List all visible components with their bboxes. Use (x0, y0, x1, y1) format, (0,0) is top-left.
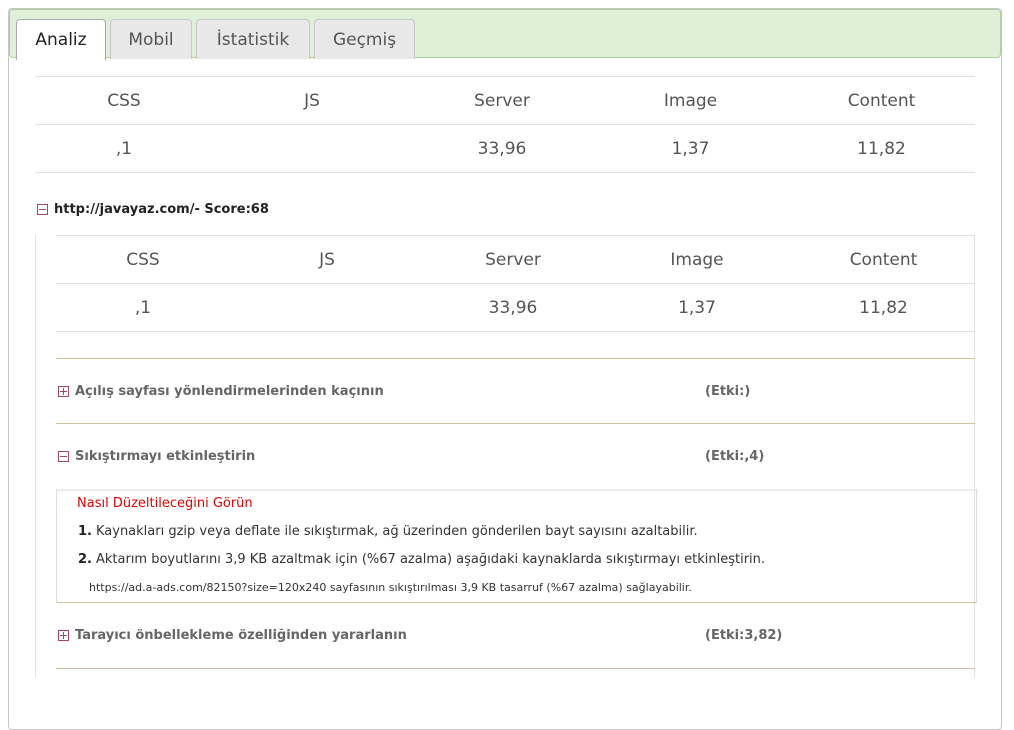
tab-mobil[interactable]: Mobil (110, 19, 192, 59)
rule-divider (56, 668, 975, 669)
rule-divider (56, 423, 975, 424)
summary-header-image: Image (663, 91, 718, 111)
tab-istatistik[interactable]: İstatistik (196, 19, 310, 59)
rule-browser-caching-impact: (Etki:3,82) (705, 628, 783, 643)
rule-browser-caching[interactable]: Tarayıcı önbellekleme özelliğinden yarar… (58, 628, 407, 643)
site-header-content: Content (849, 250, 918, 270)
tab-gecmis[interactable]: Geçmiş (314, 19, 415, 59)
site-value-row: ,1 33,96 1,37 11,82 (56, 298, 975, 318)
expand-icon[interactable] (58, 386, 69, 397)
rule-compression-impact: (Etki:,4) (705, 449, 765, 464)
summary-header-row: CSS JS Server Image Content (35, 91, 975, 111)
site-header-js: JS (319, 250, 335, 270)
resource-note: https://ad.a-ads.com/82150?size=120x240 … (89, 581, 692, 594)
summary-header-css: CSS (107, 91, 141, 111)
step-number: 1. (78, 524, 92, 539)
site-bottom-divider (56, 331, 975, 332)
summary-header-server: Server (474, 91, 530, 111)
tab-bar: Analiz Mobil İstatistik Geçmiş (9, 9, 1001, 60)
summary-value-css: ,1 (115, 139, 133, 159)
fix-link[interactable]: Nasıl Düzeltileceğini Görün (77, 496, 253, 511)
rule-redirects[interactable]: Açılış sayfası yönlendirmelerinden kaçın… (58, 384, 384, 399)
expand-icon[interactable] (58, 630, 69, 641)
summary-value-image: 1,37 (671, 139, 710, 159)
analysis-panel: Analiz Mobil İstatistik Geçmiş (8, 8, 1002, 730)
rule-divider (56, 358, 975, 359)
site-value-image: 1,37 (678, 298, 716, 318)
site-value-js (230, 298, 424, 318)
summary-value-js (213, 139, 411, 159)
site-header-row: CSS JS Server Image Content (56, 250, 975, 270)
site-mid-divider (56, 283, 975, 284)
detail-step-1: 1. Kaynakları gzip veya deflate ile sıkış… (78, 524, 698, 539)
site-left-border (35, 235, 36, 677)
rule-compression[interactable]: Sıkıştırmayı etkinleştirin (58, 449, 255, 464)
step-text: Kaynakları gzip veya deflate ile sıkıştı… (95, 524, 698, 539)
site-title: http://javayaz.com/- Score:68 (54, 202, 269, 217)
site-header-image: Image (670, 250, 724, 270)
rule-redirects-impact: (Etki:) (705, 384, 751, 399)
detail-step-2: 2. Aktarım boyutlarını 3,9 KB azaltmak iç… (78, 552, 765, 567)
summary-value-content: 11,82 (857, 139, 906, 159)
summary-bottom-divider (35, 172, 975, 173)
step-text: Aktarım boyutlarını 3,9 KB azaltmak için… (95, 552, 766, 567)
summary-mid-divider (35, 124, 975, 125)
step-number: 2. (78, 552, 92, 567)
rule-compression-title: Sıkıştırmayı etkinleştirin (75, 449, 256, 464)
site-header-css: CSS (126, 250, 160, 270)
tab-analiz[interactable]: Analiz (16, 19, 106, 60)
site-header-server: Server (485, 250, 541, 270)
collapse-icon[interactable] (37, 204, 48, 215)
summary-value-server: 33,96 (477, 139, 527, 159)
site-value-content: 11,82 (859, 298, 908, 318)
summary-top-divider (35, 76, 975, 77)
rule-browser-caching-title: Tarayıcı önbellekleme özelliğinden yarar… (75, 628, 407, 643)
site-value-server: 33,96 (488, 298, 538, 318)
site-section-header[interactable]: http://javayaz.com/- Score:68 (37, 202, 269, 217)
rule-redirects-title: Açılış sayfası yönlendirmelerinden kaçın… (75, 384, 384, 399)
summary-value-row: ,1 33,96 1,37 11,82 (35, 139, 975, 159)
summary-header-content: Content (847, 91, 916, 111)
site-top-divider (56, 235, 975, 236)
summary-header-js: JS (304, 91, 320, 111)
collapse-icon[interactable] (58, 451, 69, 462)
site-value-css: ,1 (134, 298, 152, 318)
